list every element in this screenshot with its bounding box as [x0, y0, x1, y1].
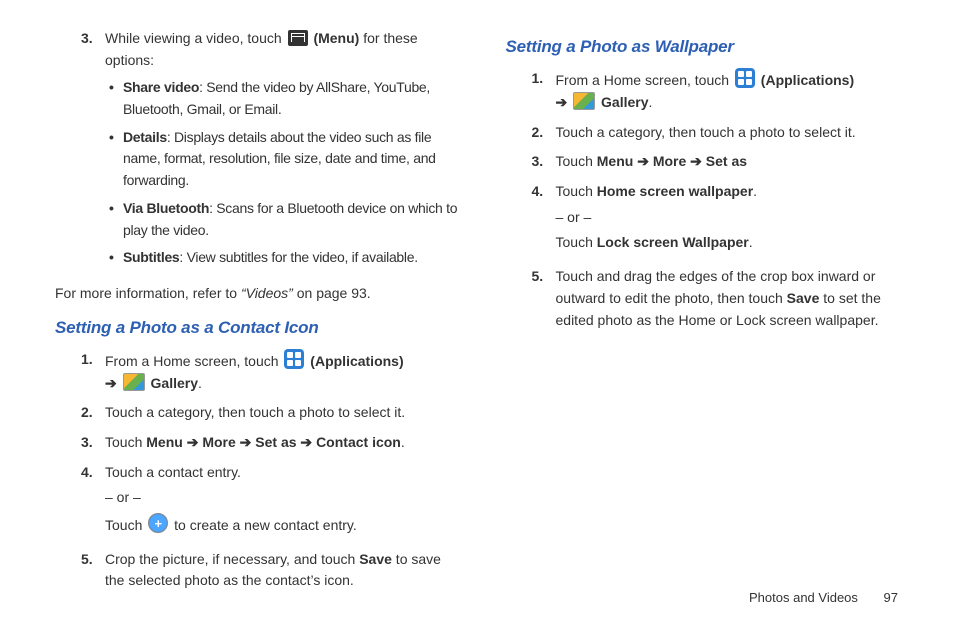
- item-number: 1.: [530, 68, 556, 113]
- item-number: 2.: [79, 402, 105, 424]
- step-1: 1. From a Home screen, touch (Applicatio…: [530, 68, 915, 113]
- step-2: 2. Touch a category, then touch a photo …: [530, 122, 915, 144]
- footer-section: Photos and Videos: [749, 590, 858, 605]
- menu-label: (Menu): [313, 30, 359, 46]
- bullet-label: Subtitles: [123, 249, 179, 265]
- save-label: Save: [787, 290, 820, 306]
- step-1: 1. From a Home screen, touch (Applicatio…: [79, 349, 464, 394]
- page-footer: Photos and Videos 97: [749, 588, 898, 608]
- item-number: 3.: [79, 432, 105, 454]
- ref-post: on page 93.: [293, 285, 371, 301]
- gallery-icon: [573, 92, 595, 110]
- item-number: 3.: [79, 28, 105, 275]
- text: Touch a category, then touch a photo to …: [556, 122, 915, 144]
- dot: .: [198, 375, 202, 391]
- bullet-label: Share video: [123, 79, 199, 95]
- bullet-details: • Details: Displays details about the vi…: [109, 127, 464, 192]
- applications-icon: [735, 68, 755, 88]
- arrow-icon: ➔: [556, 94, 568, 110]
- bullet-text: : View subtitles for the video, if avail…: [179, 249, 417, 265]
- gallery-label: Gallery: [151, 375, 198, 391]
- step-5: 5. Touch and drag the edges of the crop …: [530, 266, 915, 331]
- text: Touch a contact entry.: [105, 462, 464, 484]
- bullet-label: Details: [123, 129, 167, 145]
- text: Touch: [105, 434, 146, 450]
- text: From a Home screen, touch: [105, 353, 282, 369]
- item-number: 2.: [530, 122, 556, 144]
- bullet-label: Via Bluetooth: [123, 200, 209, 216]
- page-content: 3. While viewing a video, touch (Menu) f…: [0, 0, 954, 600]
- item-number: 1.: [79, 349, 105, 394]
- gallery-label: Gallery: [601, 94, 648, 110]
- arrow-icon: ➔: [105, 375, 117, 391]
- list-item-3: 3. While viewing a video, touch (Menu) f…: [79, 28, 464, 275]
- menu-path: Menu: [146, 434, 183, 450]
- apps-label: (Applications): [310, 353, 403, 369]
- step-4: 4. Touch a contact entry. – or – Touch +…: [79, 462, 464, 541]
- item-number: 4.: [530, 181, 556, 258]
- item-number: 5.: [530, 266, 556, 331]
- section-heading-contact-icon: Setting a Photo as a Contact Icon: [55, 315, 464, 341]
- add-contact-icon: +: [148, 513, 168, 533]
- item-number: 4.: [79, 462, 105, 541]
- bullet-subtitles: • Subtitles: View subtitles for the vide…: [109, 247, 464, 269]
- or-text: – or –: [556, 207, 915, 229]
- step-3: 3. Touch Menu ➔ More ➔ Set as ➔ Contact …: [79, 432, 464, 454]
- left-column: 3. While viewing a video, touch (Menu) f…: [55, 28, 464, 600]
- bullet-share-video: • Share video: Send the video by AllShar…: [109, 77, 464, 120]
- item-number: 5.: [79, 549, 105, 592]
- text: While viewing a video, touch: [105, 30, 286, 46]
- gallery-icon: [123, 373, 145, 391]
- page-number: 97: [884, 590, 898, 605]
- step-3: 3. Touch Menu ➔ More ➔ Set as: [530, 151, 915, 173]
- bullet-text: : Displays details about the video such …: [123, 129, 436, 188]
- apps-label: (Applications): [761, 72, 854, 88]
- applications-icon: [284, 349, 304, 369]
- or-text: – or –: [105, 487, 464, 509]
- home-wallpaper-label: Home screen wallpaper: [597, 183, 753, 199]
- step-2: 2. Touch a category, then touch a photo …: [79, 402, 464, 424]
- lock-wallpaper-label: Lock screen Wallpaper: [597, 234, 749, 250]
- right-column: Setting a Photo as Wallpaper 1. From a H…: [506, 28, 915, 600]
- item-number: 3.: [530, 151, 556, 173]
- text: to create a new contact entry.: [174, 517, 357, 533]
- ref-pre: For more information, refer to: [55, 285, 241, 301]
- section-heading-wallpaper: Setting a Photo as Wallpaper: [506, 34, 915, 60]
- reference-line: For more information, refer to “Videos” …: [55, 283, 464, 305]
- ref-link: “Videos”: [241, 285, 293, 301]
- text: Crop the picture, if necessary, and touc…: [105, 551, 359, 567]
- step-4: 4. Touch Home screen wallpaper. – or – T…: [530, 181, 915, 258]
- bullet-via-bluetooth: • Via Bluetooth: Scans for a Bluetooth d…: [109, 198, 464, 241]
- save-label: Save: [359, 551, 392, 567]
- step-5: 5. Crop the picture, if necessary, and t…: [79, 549, 464, 592]
- menu-icon: [288, 30, 308, 46]
- text: From a Home screen, touch: [556, 72, 733, 88]
- text: Touch a category, then touch a photo to …: [105, 402, 464, 424]
- text: Touch: [105, 517, 146, 533]
